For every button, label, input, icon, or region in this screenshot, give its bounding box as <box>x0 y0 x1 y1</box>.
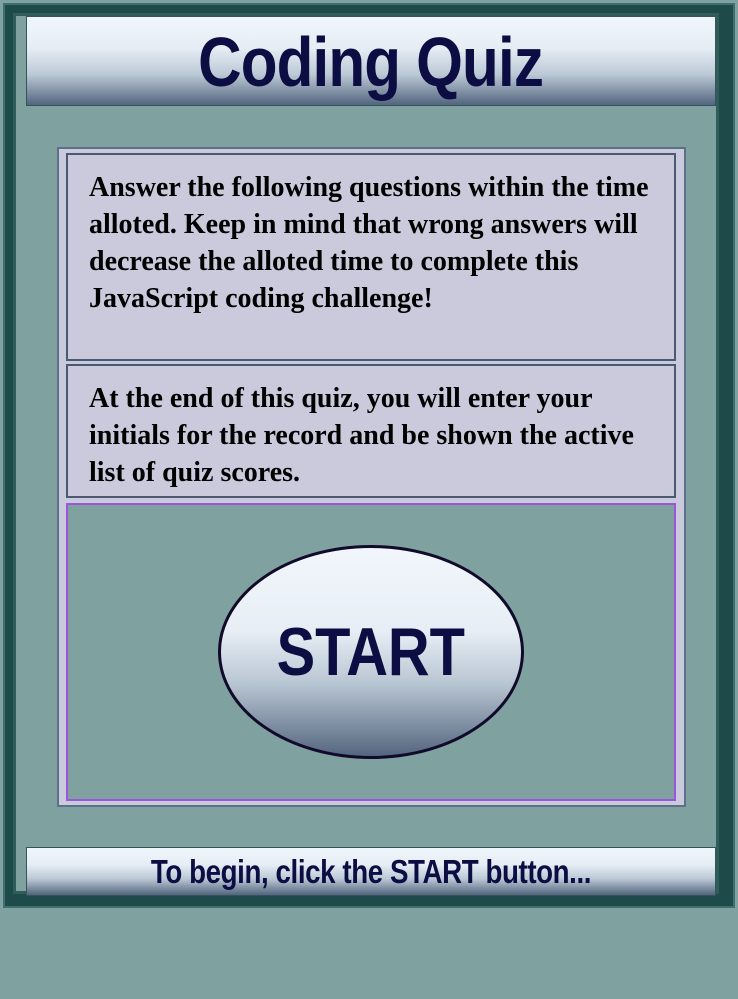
footer-prompt: To begin, click the START button... <box>150 853 592 890</box>
title-banner: Coding Quiz <box>26 16 716 106</box>
instructions-text: Answer the following questions within th… <box>89 172 649 314</box>
start-button[interactable]: START <box>218 545 524 759</box>
records-note-text: At the end of this quiz, you will enter … <box>89 383 634 488</box>
instructions-panel: Answer the following questions within th… <box>66 153 676 361</box>
footer-banner: To begin, click the START button... <box>26 847 716 896</box>
page-title: Coding Quiz <box>198 23 545 101</box>
records-note-panel: At the end of this quiz, you will enter … <box>66 364 676 498</box>
start-button-label: START <box>276 614 466 690</box>
